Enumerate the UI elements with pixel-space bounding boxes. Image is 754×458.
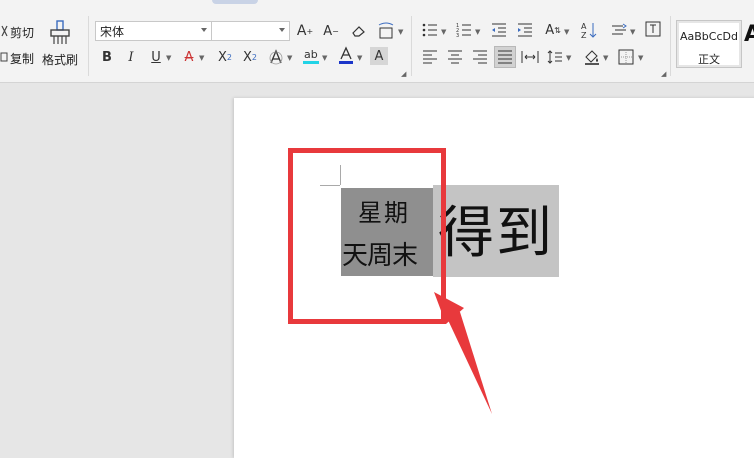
shading-fill-icon[interactable] — [582, 47, 602, 67]
text-effect-icon[interactable] — [267, 48, 285, 66]
change-case-icon[interactable]: A ⇅ — [543, 20, 563, 40]
character-shading-icon[interactable]: A — [370, 47, 388, 65]
chevron-down-icon — [201, 28, 207, 32]
bullet-list-icon[interactable] — [421, 21, 439, 39]
cut-button[interactable]: 剪切 — [10, 24, 34, 41]
watermark: Baidu 经验 jingyan.baidu.com — [580, 372, 696, 413]
chevron-down-icon[interactable]: ▼ — [475, 28, 480, 36]
chevron-down-icon — [279, 28, 285, 32]
ribbon-top-strip — [0, 0, 754, 12]
font-name-select[interactable]: 宋体 — [95, 21, 212, 41]
copy-icon — [0, 50, 8, 64]
align-center-icon[interactable] — [446, 48, 464, 66]
style-name-label: 正文 — [698, 53, 720, 66]
highlight-color-icon[interactable]: ab — [302, 46, 320, 66]
increase-indent-icon[interactable] — [516, 21, 534, 39]
svg-text:Z: Z — [581, 31, 587, 39]
chevron-down-icon[interactable]: ▼ — [630, 28, 635, 36]
annotation-highlight-box — [288, 148, 446, 324]
chevron-down-icon[interactable]: ▼ — [287, 54, 292, 62]
watermark-brand-cn: 经验 — [653, 376, 696, 400]
watermark-brand: Baidu — [580, 372, 650, 401]
font-size-select[interactable] — [211, 21, 290, 41]
paragraph-dialog-launcher-icon[interactable]: ◢ — [661, 70, 666, 78]
divider — [88, 16, 89, 76]
style-preview-text: AaBbCcDd — [680, 30, 738, 43]
numbered-list-icon[interactable]: 123 — [455, 21, 473, 39]
svg-text:A: A — [581, 22, 587, 31]
style-normal-card[interactable]: AaBbCcDd 正文 — [676, 20, 742, 68]
bold-icon[interactable]: B — [99, 48, 115, 66]
next-style-preview[interactable]: A — [744, 22, 754, 47]
chevron-down-icon[interactable]: ▼ — [322, 54, 327, 62]
show-marks-icon[interactable] — [644, 20, 662, 38]
chevron-down-icon[interactable]: ▼ — [166, 54, 171, 62]
format-painter-button[interactable]: 格式刷 — [42, 51, 78, 68]
chevron-down-icon[interactable]: ▼ — [199, 54, 204, 62]
ribbon-toolbar: 剪切 复制 格式刷 宋体 A + A − ▼ B I U ▼ A ▼ X2 X2 ▼ — [0, 0, 754, 83]
divider — [411, 16, 412, 76]
chevron-down-icon[interactable]: ▼ — [564, 28, 569, 36]
scissors-icon — [0, 24, 8, 38]
italic-icon[interactable]: I — [123, 48, 139, 66]
grow-font-icon[interactable]: A + — [296, 21, 314, 41]
chevron-down-icon[interactable]: ▼ — [441, 28, 446, 36]
phonetic-guide-icon[interactable] — [375, 21, 397, 41]
document-big-text[interactable]: 得到 — [438, 188, 554, 269]
chevron-down-icon[interactable]: ▼ — [638, 54, 643, 62]
active-tab-indicator — [212, 0, 258, 4]
strikethrough-icon[interactable]: A — [181, 48, 197, 66]
font-color-icon[interactable] — [337, 46, 355, 66]
font-dialog-launcher-icon[interactable]: ◢ — [401, 70, 406, 78]
svg-text:3: 3 — [456, 33, 459, 37]
align-left-icon[interactable] — [421, 48, 439, 66]
shrink-font-icon[interactable]: A − — [322, 21, 340, 41]
chevron-down-icon[interactable]: ▼ — [398, 28, 403, 36]
line-spacing-options-icon[interactable] — [610, 21, 628, 39]
chevron-down-icon[interactable]: ▼ — [566, 54, 571, 62]
superscript-icon[interactable]: X2 — [215, 48, 235, 66]
decrease-indent-icon[interactable] — [490, 21, 508, 39]
underline-icon[interactable]: U — [148, 48, 164, 66]
format-painter-icon[interactable] — [49, 20, 71, 46]
divider — [670, 16, 671, 76]
sort-icon[interactable]: AZ — [579, 20, 599, 40]
watermark-url: jingyan.baidu.com — [580, 401, 661, 412]
chevron-down-icon[interactable]: ▼ — [357, 54, 362, 62]
copy-button[interactable]: 复制 — [10, 50, 34, 67]
borders-icon[interactable] — [617, 48, 635, 66]
line-spacing-icon[interactable] — [546, 48, 564, 66]
eraser-icon[interactable] — [350, 21, 368, 41]
chevron-down-icon[interactable]: ▼ — [603, 54, 608, 62]
justify-icon[interactable] — [494, 46, 516, 68]
subscript-icon[interactable]: X2 — [240, 48, 260, 66]
svg-text:ab: ab — [304, 48, 318, 61]
font-name-value: 宋体 — [100, 24, 125, 39]
annotation-arrow — [434, 292, 492, 414]
align-right-icon[interactable] — [471, 48, 489, 66]
distributed-align-icon[interactable] — [520, 48, 540, 66]
